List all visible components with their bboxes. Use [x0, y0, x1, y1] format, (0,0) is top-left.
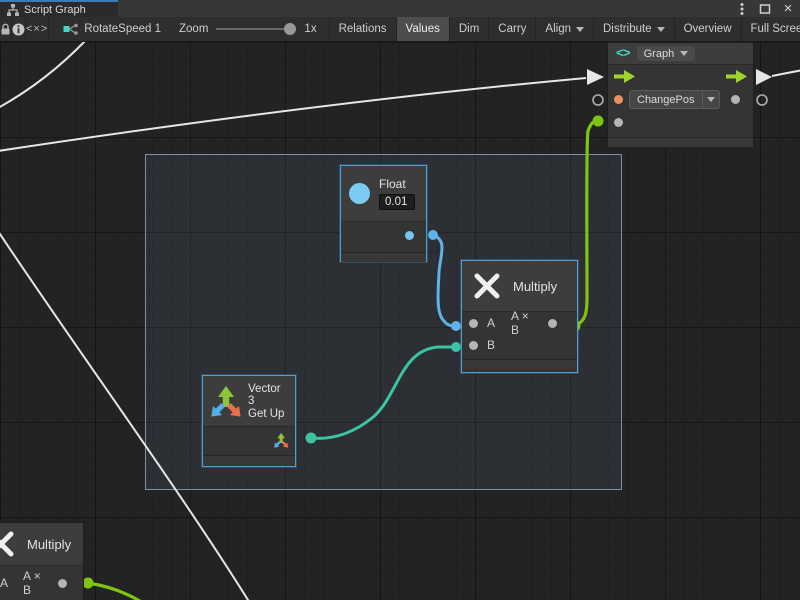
label-output: A × B: [23, 569, 45, 597]
zoom-slider-handle[interactable]: [284, 23, 296, 35]
graph-node[interactable]: <> Graph ChangePos: [607, 42, 754, 146]
code-view-button[interactable]: <×>: [26, 17, 49, 41]
info-button[interactable]: [12, 17, 26, 41]
full-screen-button[interactable]: Full Screen: [742, 17, 800, 41]
chevron-down-icon: [576, 27, 584, 32]
lock-button[interactable]: [0, 17, 12, 41]
node-footer: [341, 252, 426, 262]
graph-variable-row: ChangePos: [608, 88, 753, 111]
vector-output-row: [203, 427, 295, 452]
multiply-node-partial[interactable]: Multiply A A × B: [0, 522, 84, 600]
button-label: Relations: [339, 23, 387, 35]
vector3-output-icon[interactable]: [273, 431, 290, 449]
values-button[interactable]: Values: [397, 17, 450, 41]
float-title: Float: [379, 177, 406, 191]
relations-button[interactable]: Relations: [330, 17, 397, 41]
graph-dropdown[interactable]: Graph: [637, 46, 696, 61]
chevron-down-icon[interactable]: [702, 91, 719, 108]
lock-icon: [0, 23, 11, 35]
flow-in-arrow-icon[interactable]: [614, 70, 635, 83]
multiply2-node-header: Multiply: [0, 523, 83, 565]
graph-extra-row: [608, 111, 753, 134]
vector-node-header: Vector 3 Get Up: [203, 376, 295, 426]
hierarchy-icon: [7, 4, 19, 16]
graph-flow-row: [608, 65, 753, 88]
multiply-icon: [473, 272, 501, 300]
button-label: Values: [406, 23, 440, 35]
vector3-icon: [209, 382, 242, 420]
graph-reference-label: RotateSpeed 1: [84, 23, 161, 35]
button-label: Dim: [459, 23, 479, 35]
label-b: B: [487, 338, 495, 352]
button-label: Distribute: [603, 23, 652, 35]
port-input-b[interactable]: [469, 341, 478, 350]
vector3-getup-node[interactable]: Vector 3 Get Up: [202, 375, 296, 467]
node-footer: [462, 359, 577, 369]
label-a: A: [487, 316, 495, 330]
dim-button[interactable]: Dim: [450, 17, 489, 41]
graph-reference[interactable]: RotateSpeed 1: [49, 17, 171, 41]
multiply-node-header: Multiply: [462, 261, 577, 311]
node-footer: [203, 455, 295, 465]
multiply-node[interactable]: Multiply A A × B B: [461, 260, 578, 373]
port-output[interactable]: [731, 95, 740, 104]
button-label: Full Screen: [751, 23, 800, 35]
float-output-row: [341, 222, 426, 249]
vector-title: Vector 3: [248, 383, 289, 407]
float-icon: [349, 183, 370, 204]
float-node-header: Float 0.01: [341, 166, 426, 221]
chevron-down-icon: [657, 27, 665, 32]
info-icon: [12, 23, 25, 36]
tab-title: Script Graph: [24, 4, 86, 16]
float-node[interactable]: Float 0.01: [340, 165, 427, 262]
close-icon[interactable]: ×: [780, 1, 796, 16]
multiply-row-b: B: [462, 334, 577, 356]
script-graph-window: <> Graph ChangePos: [0, 0, 800, 600]
port-float-output[interactable]: [405, 231, 414, 240]
changepos-dropdown[interactable]: ChangePos: [629, 90, 720, 109]
button-label: Carry: [498, 23, 526, 35]
carry-button[interactable]: Carry: [489, 17, 536, 41]
flow-out-arrow-icon[interactable]: [726, 70, 747, 83]
button-label: Overview: [684, 23, 732, 35]
multiply-row-a: A A × B: [462, 312, 577, 334]
distribute-dropdown-button[interactable]: Distribute: [594, 17, 675, 41]
zoom-value: 1x: [304, 23, 316, 35]
graph-node-header: <> Graph: [608, 43, 753, 64]
graph-toolbar: <×> RotateSpeed 1 Zoom 1x Relations Valu…: [0, 17, 800, 42]
port-output[interactable]: [58, 579, 67, 588]
tab-strip: Script Graph ×: [0, 0, 800, 17]
label-output: A × B: [511, 309, 535, 337]
multiply-title: Multiply: [27, 537, 71, 552]
vector-subtitle: Get Up: [248, 408, 289, 420]
button-label: Align: [545, 23, 571, 35]
multiply2-row-a: A A × B: [0, 566, 83, 600]
port-variable-input[interactable]: [614, 95, 623, 104]
align-dropdown-button[interactable]: Align: [536, 17, 594, 41]
port-input[interactable]: [614, 118, 623, 127]
tab-script-graph[interactable]: Script Graph: [0, 0, 118, 17]
zoom-slider[interactable]: [216, 23, 296, 35]
code-brackets-icon: <>: [616, 46, 630, 61]
overview-button[interactable]: Overview: [675, 17, 742, 41]
multiply-title: Multiply: [513, 279, 557, 294]
port-input-a[interactable]: [469, 319, 478, 328]
multiply-icon: [0, 530, 15, 558]
float-value-input[interactable]: 0.01: [379, 194, 415, 210]
kebab-menu-icon[interactable]: [734, 1, 750, 16]
changepos-label: ChangePos: [630, 94, 702, 106]
graph-dropdown-label: Graph: [644, 48, 675, 60]
chevron-down-icon: [680, 51, 688, 56]
port-output[interactable]: [548, 319, 557, 328]
zoom-control: Zoom 1x: [171, 17, 330, 41]
graph-node-icon: [63, 22, 78, 36]
code-angle-x-icon: <×>: [26, 23, 48, 35]
label-a: A: [0, 576, 8, 590]
maximize-icon[interactable]: [757, 1, 773, 16]
zoom-label: Zoom: [179, 23, 208, 35]
node-footer: [608, 137, 753, 147]
